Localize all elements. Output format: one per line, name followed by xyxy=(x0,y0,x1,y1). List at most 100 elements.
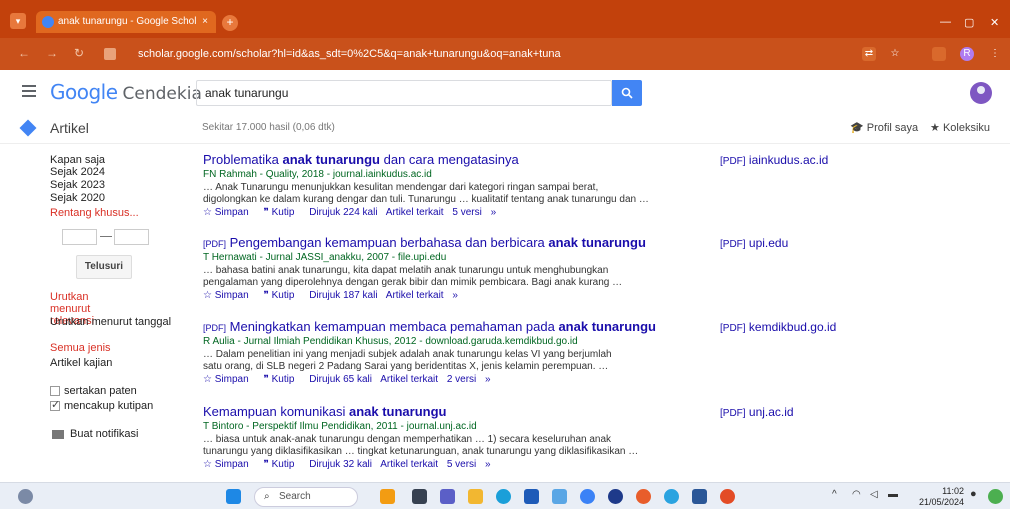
notification-bell-icon[interactable]: ● xyxy=(970,488,977,500)
profile-icon[interactable]: R xyxy=(960,47,974,61)
extensions-icon[interactable] xyxy=(932,47,946,61)
firefox-icon[interactable] xyxy=(636,489,651,504)
forward-icon[interactable]: → xyxy=(46,46,58,60)
app-icon[interactable] xyxy=(580,489,595,504)
volume-icon[interactable]: ◁ xyxy=(870,489,878,500)
store-icon[interactable] xyxy=(524,489,539,504)
search-input[interactable]: anak tunarungu xyxy=(196,80,612,106)
back-icon[interactable]: ← xyxy=(18,46,30,60)
library-link[interactable]: ★ Koleksiku xyxy=(930,121,990,134)
related-link[interactable]: Artikel terkait xyxy=(386,290,444,301)
bookmark-star-icon[interactable]: ☆ xyxy=(888,47,902,61)
new-tab-button[interactable]: + xyxy=(222,15,238,31)
teams-icon[interactable] xyxy=(440,489,455,504)
wifi-icon[interactable]: ◠ xyxy=(852,489,861,500)
cite-link[interactable]: ❞ Kutip xyxy=(263,459,300,470)
result-title[interactable]: [PDF] Pengembangan kemampuan berbahasa d… xyxy=(203,235,703,250)
range-search-button[interactable]: Telusuri xyxy=(76,255,132,279)
related-link[interactable]: Artikel terkait xyxy=(386,207,444,218)
result-authors[interactable]: FN Rahmah - Quality, 2018 - journal.iain… xyxy=(203,169,703,180)
create-alert[interactable]: Buat notifikasi xyxy=(70,428,138,440)
url-field[interactable]: scholar.google.com/scholar?hl=id&as_sdt=… xyxy=(104,44,844,64)
telegram-icon[interactable] xyxy=(664,489,679,504)
reload-icon[interactable]: ↻ xyxy=(74,46,84,60)
save-link[interactable]: ☆ Simpan xyxy=(203,207,255,218)
account-avatar[interactable] xyxy=(970,82,992,104)
app-icon[interactable] xyxy=(608,489,623,504)
range-to-input[interactable] xyxy=(114,229,149,245)
versions-link[interactable]: 2 versi xyxy=(447,374,476,385)
word-icon[interactable] xyxy=(692,489,707,504)
translate-icon[interactable]: ⇄ xyxy=(862,47,876,61)
cite-link[interactable]: ❞ Kutip xyxy=(263,374,300,385)
close-window-icon[interactable]: ✕ xyxy=(990,16,999,29)
more-icon[interactable]: » xyxy=(485,459,491,470)
cited-by-link[interactable]: Dirujuk 187 kali xyxy=(309,290,377,301)
edge-icon[interactable] xyxy=(496,489,511,504)
articles-tab[interactable]: Artikel xyxy=(50,120,89,136)
more-icon[interactable]: » xyxy=(485,374,491,385)
custom-range-link[interactable]: Rentang khusus... xyxy=(50,207,139,219)
task-view-icon[interactable] xyxy=(412,489,427,504)
result-title[interactable]: [PDF] Meningkatkan kemampuan membaca pem… xyxy=(203,319,703,334)
type-review[interactable]: Artikel kajian xyxy=(50,357,112,369)
related-link[interactable]: Artikel terkait xyxy=(380,374,438,385)
cite-link[interactable]: ❞ Kutip xyxy=(263,207,300,218)
save-link[interactable]: ☆ Simpan xyxy=(203,459,255,470)
related-link[interactable]: Artikel terkait xyxy=(380,459,438,470)
result-title[interactable]: Kemampuan komunikasi anak tunarungu xyxy=(203,404,703,419)
app-icon[interactable] xyxy=(552,489,567,504)
profile-link[interactable]: 🎓 Profil saya xyxy=(850,121,918,134)
maximize-icon[interactable]: ▢ xyxy=(964,16,974,29)
pdf-side-link[interactable]: [PDF] unj.ac.id xyxy=(720,405,794,419)
versions-link[interactable]: 5 versi xyxy=(452,207,481,218)
tab-close-icon[interactable]: × xyxy=(202,11,208,33)
chrome-icon[interactable] xyxy=(720,489,735,504)
taskbar-search[interactable]: ⌕ Search xyxy=(254,487,358,507)
pdf-side-link[interactable]: [PDF] iainkudus.ac.id xyxy=(720,153,828,167)
url-text: scholar.google.com/scholar?hl=id&as_sdt=… xyxy=(138,48,561,60)
browser-more-icon[interactable]: ⋮ xyxy=(988,47,1002,61)
save-link[interactable]: ☆ Simpan xyxy=(203,374,255,385)
include-citations-checkbox[interactable] xyxy=(50,398,60,411)
clock[interactable]: 11:02 21/05/2024 xyxy=(914,486,964,508)
cite-link[interactable]: ❞ Kutip xyxy=(263,290,300,301)
search-button[interactable] xyxy=(612,80,642,106)
people-icon[interactable] xyxy=(380,489,395,504)
range-from-input[interactable] xyxy=(62,229,97,245)
browser-tab[interactable]: anak tunarungu - Google Schol × xyxy=(36,11,216,33)
result-authors[interactable]: R Aulia - Jurnal Ilmiah Pendidikan Khusu… xyxy=(203,336,703,347)
versions-link[interactable]: 5 versi xyxy=(447,459,476,470)
windows-start-icon[interactable] xyxy=(226,489,241,504)
type-all[interactable]: Semua jenis xyxy=(50,342,111,354)
tray-chevron-icon[interactable]: ^ xyxy=(832,489,837,500)
pdf-side-link[interactable]: [PDF] kemdikbud.go.id xyxy=(720,320,836,334)
save-link[interactable]: ☆ Simpan xyxy=(203,290,255,301)
filter-any-time[interactable]: Kapan saja xyxy=(50,154,105,166)
more-icon[interactable]: » xyxy=(491,207,497,218)
cited-by-link[interactable]: Dirujuk 32 kali xyxy=(309,459,372,470)
filter-since-2023[interactable]: Sejak 2023 xyxy=(50,179,105,191)
widgets-icon[interactable] xyxy=(18,489,33,504)
result-title[interactable]: Problematika anak tunarungu dan cara men… xyxy=(203,152,703,167)
filter-since-2024[interactable]: Sejak 2024 xyxy=(50,166,105,178)
pdf-side-link[interactable]: [PDF] upi.edu xyxy=(720,236,788,250)
sort-date[interactable]: Urutkan menurut tanggal xyxy=(50,316,171,328)
battery-icon[interactable]: ▬ xyxy=(888,489,898,500)
hamburger-menu-icon[interactable] xyxy=(22,85,36,97)
result-item: Problematika anak tunarungu dan cara men… xyxy=(203,152,703,218)
result-authors[interactable]: T Bintoro - Perspektif Ilmu Pendidikan, … xyxy=(203,421,703,432)
more-icon[interactable]: » xyxy=(452,290,458,301)
browser-menu-icon[interactable]: ▾ xyxy=(10,13,26,29)
file-explorer-icon[interactable] xyxy=(468,489,483,504)
include-patents-checkbox[interactable] xyxy=(50,386,60,396)
filter-since-2020[interactable]: Sejak 2020 xyxy=(50,192,105,204)
copilot-icon[interactable] xyxy=(988,489,1003,504)
scholar-logo[interactable]: Google Cendekia xyxy=(50,80,202,104)
cited-by-link[interactable]: Dirujuk 65 kali xyxy=(309,374,372,385)
result-item: [PDF] Meningkatkan kemampuan membaca pem… xyxy=(203,319,703,385)
site-info-icon[interactable] xyxy=(104,48,116,60)
minimize-icon[interactable]: — xyxy=(940,16,951,28)
cited-by-link[interactable]: Dirujuk 224 kali xyxy=(309,207,377,218)
result-authors[interactable]: T Hernawati - Jurnal JASSI_anakku, 2007 … xyxy=(203,252,703,263)
